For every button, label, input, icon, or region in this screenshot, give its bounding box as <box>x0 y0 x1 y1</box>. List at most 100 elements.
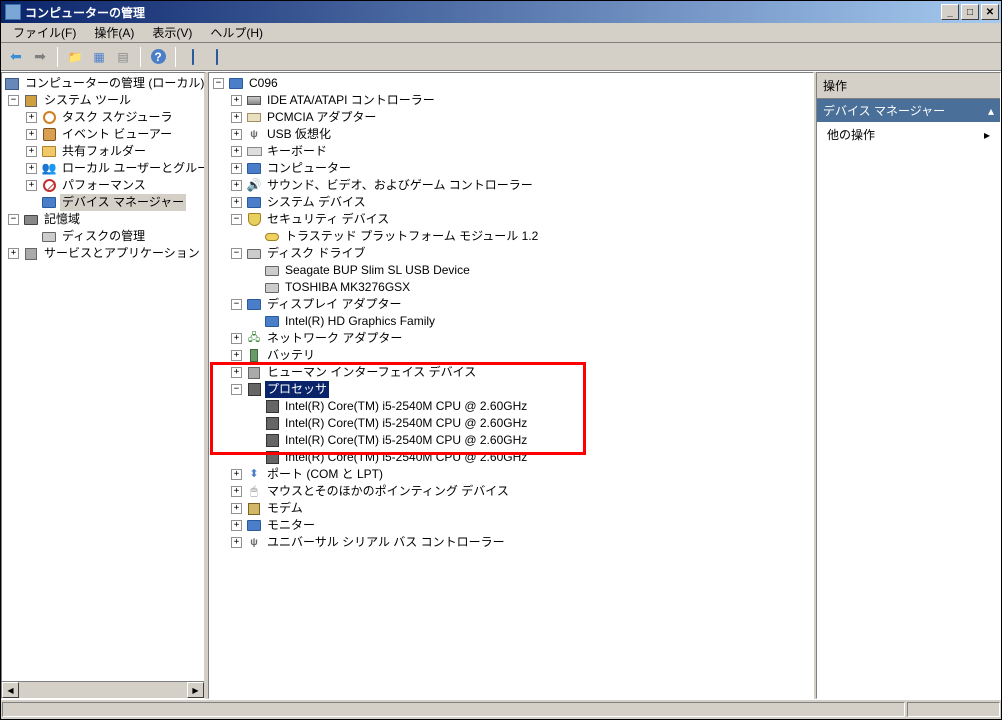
back-button[interactable]: ⬅ <box>5 46 27 68</box>
device-sound[interactable]: + 🔊 サウンド、ビデオ、およびゲーム コントローラー <box>213 177 809 194</box>
tree-system-tools[interactable]: − システム ツール <box>4 92 202 109</box>
tree-device-manager[interactable]: デバイス マネージャー <box>4 194 202 211</box>
tree-shared-folders[interactable]: + 共有フォルダー <box>4 143 202 160</box>
collapse-icon[interactable]: − <box>8 95 19 106</box>
status-cell <box>2 702 905 717</box>
device-network[interactable]: + 🖧 ネットワーク アダプター <box>213 330 809 347</box>
tree-task-scheduler[interactable]: + タスク スケジューラ <box>4 109 202 126</box>
tree-root[interactable]: コンピューターの管理 (ローカル) <box>4 75 202 92</box>
system-device-icon <box>246 195 262 211</box>
device-display[interactable]: − ディスプレイ アダプター <box>213 296 809 313</box>
expand-icon[interactable]: + <box>26 180 37 191</box>
close-button[interactable]: ✕ <box>981 4 999 20</box>
device-processor[interactable]: − プロセッサ <box>213 381 809 398</box>
device-tree-panel[interactable]: − C096 + IDE ATA/ATAPI コントローラー + PCMCIA … <box>208 72 814 699</box>
device-hid[interactable]: + ヒューマン インターフェイス デバイス <box>213 364 809 381</box>
tree-disk-management[interactable]: ディスクの管理 <box>4 228 202 245</box>
expand-icon[interactable]: + <box>231 486 242 497</box>
device-tpm[interactable]: トラステッド プラットフォーム モジュール 1.2 <box>213 228 809 245</box>
collapse-icon[interactable]: − <box>231 384 242 395</box>
menu-view[interactable]: 表示(V) <box>144 22 200 43</box>
expand-icon[interactable]: + <box>231 197 242 208</box>
device-ide[interactable]: + IDE ATA/ATAPI コントローラー <box>213 92 809 109</box>
scroll-left-button[interactable]: ◀ <box>2 682 19 698</box>
device-root[interactable]: − C096 <box>213 75 809 92</box>
device-cpu-2[interactable]: Intel(R) Core(TM) i5-2540M CPU @ 2.60GHz <box>213 415 809 432</box>
expand-icon[interactable]: + <box>26 112 37 123</box>
device-intel-hd[interactable]: Intel(R) HD Graphics Family <box>213 313 809 330</box>
expand-icon[interactable]: + <box>231 163 242 174</box>
console-tree-scroll[interactable]: コンピューターの管理 (ローカル) − システム ツール + タスク スケジュー… <box>2 73 204 681</box>
device-toshiba[interactable]: TOSHIBA MK3276GSX <box>213 279 809 296</box>
tree-storage[interactable]: − 記憶域 <box>4 211 202 228</box>
minimize-button[interactable]: _ <box>941 4 959 20</box>
expand-icon[interactable]: + <box>231 112 242 123</box>
device-computer[interactable]: + コンピューター <box>213 160 809 177</box>
expand-icon[interactable]: + <box>231 520 242 531</box>
storage-icon <box>23 212 39 228</box>
expand-icon[interactable]: + <box>231 333 242 344</box>
expand-icon[interactable]: + <box>231 537 242 548</box>
collapse-icon[interactable]: − <box>8 214 19 225</box>
expand-icon[interactable]: + <box>231 180 242 191</box>
refresh-button[interactable] <box>206 46 228 68</box>
tree-label: サウンド、ビデオ、およびゲーム コントローラー <box>265 177 535 194</box>
device-cpu-4[interactable]: Intel(R) Core(TM) i5-2540M CPU @ 2.60GHz <box>213 449 809 466</box>
expand-icon[interactable]: + <box>26 163 37 174</box>
device-seagate[interactable]: Seagate BUP Slim SL USB Device <box>213 262 809 279</box>
expand-icon[interactable]: + <box>231 146 242 157</box>
port-icon: ⬍ <box>246 467 262 483</box>
horizontal-scrollbar[interactable]: ◀ ▶ <box>2 681 204 698</box>
device-usb-virt[interactable]: + ψ USB 仮想化 <box>213 126 809 143</box>
tree-spacer <box>249 401 260 412</box>
mouse-icon: 🖱 <box>246 484 262 500</box>
up-button[interactable]: 📁 <box>64 46 86 68</box>
expand-icon[interactable]: + <box>231 367 242 378</box>
expand-icon[interactable]: + <box>8 248 19 259</box>
device-mouse[interactable]: + 🖱 マウスとそのほかのポインティング デバイス <box>213 483 809 500</box>
device-cpu-3[interactable]: Intel(R) Core(TM) i5-2540M CPU @ 2.60GHz <box>213 432 809 449</box>
device-pcmcia[interactable]: + PCMCIA アダプター <box>213 109 809 126</box>
collapse-icon[interactable]: − <box>213 78 224 89</box>
actions-section-title[interactable]: デバイス マネージャー ▴ <box>817 99 1000 122</box>
device-cpu-1[interactable]: Intel(R) Core(TM) i5-2540M CPU @ 2.60GHz <box>213 398 809 415</box>
device-disk-drives[interactable]: − ディスク ドライブ <box>213 245 809 262</box>
tree-label: バッテリ <box>265 347 317 364</box>
maximize-button[interactable]: □ <box>961 4 979 20</box>
processor-icon <box>246 382 262 398</box>
collapse-icon[interactable]: − <box>231 214 242 225</box>
device-battery[interactable]: + バッテリ <box>213 347 809 364</box>
event-icon <box>41 127 57 143</box>
expand-icon[interactable]: + <box>231 469 242 480</box>
list-button[interactable]: ▤ <box>112 46 134 68</box>
tree-services-apps[interactable]: + サービスとアプリケーション <box>4 245 202 262</box>
expand-icon[interactable]: + <box>231 95 242 106</box>
device-monitor[interactable]: + モニター <box>213 517 809 534</box>
scroll-right-button[interactable]: ▶ <box>187 682 204 698</box>
properties-button[interactable]: ▦ <box>88 46 110 68</box>
expand-icon[interactable]: + <box>231 503 242 514</box>
device-ports[interactable]: + ⬍ ポート (COM と LPT) <box>213 466 809 483</box>
help-button[interactable]: ? <box>147 46 169 68</box>
menu-help[interactable]: ヘルプ(H) <box>202 22 271 43</box>
expand-icon[interactable]: + <box>231 129 242 140</box>
device-modem[interactable]: + モデム <box>213 500 809 517</box>
tree-performance[interactable]: + パフォーマンス <box>4 177 202 194</box>
collapse-icon[interactable]: − <box>231 299 242 310</box>
actions-more[interactable]: 他の操作 ▸ <box>817 122 1000 147</box>
tree-local-users[interactable]: + 👥 ローカル ユーザーとグルー <box>4 160 202 177</box>
collapse-icon[interactable]: − <box>231 248 242 259</box>
menu-file[interactable]: ファイル(F) <box>5 22 84 43</box>
expand-icon[interactable]: + <box>26 146 37 157</box>
expand-icon[interactable]: + <box>26 129 37 140</box>
device-keyboard[interactable]: + キーボード <box>213 143 809 160</box>
tree-event-viewer[interactable]: + イベント ビューアー <box>4 126 202 143</box>
menu-action[interactable]: 操作(A) <box>86 22 142 43</box>
device-usb-controller[interactable]: + ψ ユニバーサル シリアル バス コントローラー <box>213 534 809 551</box>
device-system[interactable]: + システム デバイス <box>213 194 809 211</box>
forward-button[interactable]: ➡ <box>29 46 51 68</box>
device-security[interactable]: − セキュリティ デバイス <box>213 211 809 228</box>
arrow-left-icon: ⬅ <box>10 48 22 65</box>
expand-icon[interactable]: + <box>231 350 242 361</box>
scan-button[interactable] <box>182 46 204 68</box>
